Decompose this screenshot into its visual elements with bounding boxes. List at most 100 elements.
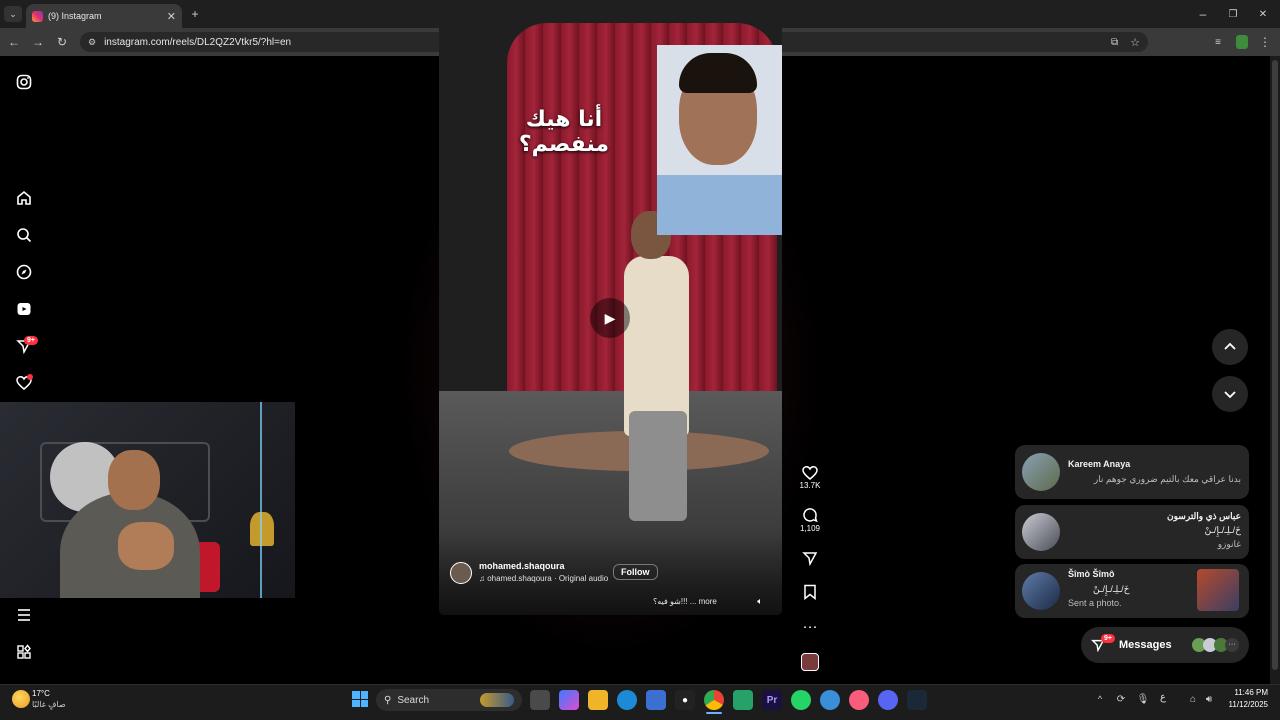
- author-username[interactable]: mohamed.shaqoura: [479, 561, 565, 571]
- reels-icon[interactable]: [12, 297, 36, 321]
- reel-bottom-gradient: [439, 531, 782, 615]
- message-notification[interactable]: عباس ذي والترسون خَ/ـلِـ/ـإِ/ـنْ غانوزو: [1015, 505, 1249, 559]
- alienware-icon[interactable]: ●: [675, 690, 695, 710]
- audio-thumbnail[interactable]: [801, 653, 819, 671]
- restore-button[interactable]: ❐: [1226, 6, 1240, 22]
- close-window-button[interactable]: ✕: [1256, 6, 1270, 22]
- forward-icon[interactable]: →: [30, 34, 46, 50]
- message-notification[interactable]: Kareem Anaya بدنا عراقي معك بالتيم ضروري…: [1015, 445, 1249, 499]
- extension-icon[interactable]: [1236, 35, 1248, 49]
- save-action[interactable]: [796, 583, 824, 601]
- message-preview: بدنا عراقي معك بالتيم ضروري جوهم نار: [1093, 474, 1241, 484]
- tray-overflow-icon[interactable]: ^: [1093, 692, 1107, 706]
- language-indicator[interactable]: ع: [1160, 692, 1166, 703]
- store-icon[interactable]: [646, 690, 666, 710]
- taskbar-search[interactable]: ⚲ Search: [376, 689, 522, 711]
- steam-icon[interactable]: [907, 690, 927, 710]
- weather-icon[interactable]: [12, 690, 30, 708]
- home-icon[interactable]: [12, 186, 36, 210]
- reel-caption-overlay: أنا هيك منفصم؟: [518, 107, 610, 157]
- premiere-icon[interactable]: Pr: [762, 690, 782, 710]
- comment-action[interactable]: 1,109: [796, 506, 824, 533]
- share-icon[interactable]: [796, 549, 824, 567]
- tab-close-icon[interactable]: ✕: [167, 10, 176, 23]
- new-tab-icon[interactable]: +: [188, 6, 202, 22]
- music-app-icon[interactable]: [849, 690, 869, 710]
- sender-name: عباس ذي والترسون: [1167, 511, 1241, 521]
- reaction-hair: [679, 53, 757, 93]
- whatsapp-icon[interactable]: [791, 690, 811, 710]
- audio-label[interactable]: ♫ ohamed.shaqoura · Original audio: [479, 574, 608, 583]
- reel-video[interactable]: أنا هيك منفصم؟ ▶ mohamed.shaqoura ♫ oham…: [439, 11, 782, 615]
- message-preview: خَ/ـلِـ/ـإِ/ـنْ: [1204, 525, 1241, 535]
- microphone-icon[interactable]: 🎙︎: [1136, 692, 1150, 706]
- weather-desc[interactable]: صافٍ غالبًا: [32, 700, 66, 709]
- also-from-meta-icon[interactable]: [12, 640, 36, 664]
- url-text: instagram.com/reels/DL2QZ2Vtkr5/?hl=en: [104, 36, 292, 48]
- task-view-icon[interactable]: [530, 690, 550, 710]
- audio-text: ohamed.shaqoura · Original audio: [487, 574, 609, 583]
- more-menu-icon[interactable]: [12, 603, 36, 627]
- windows-start-icon[interactable]: [352, 691, 368, 707]
- messages-pill-button[interactable]: 9+ Messages ···: [1081, 627, 1249, 663]
- clock-date[interactable]: 11/12/2025: [1222, 700, 1268, 709]
- messages-pill-label: Messages: [1118, 639, 1172, 651]
- scrollbar-thumb[interactable]: [1272, 60, 1278, 670]
- tab-search-icon[interactable]: ⌄: [4, 6, 22, 22]
- person-fist: [118, 522, 174, 570]
- performer-figure: [624, 256, 689, 436]
- gamebar-icon[interactable]: [733, 690, 753, 710]
- search-highlight-icon: [480, 693, 514, 707]
- browser-menu-icon[interactable]: ⋮: [1258, 34, 1272, 50]
- led-strip: [260, 402, 295, 598]
- chrome-icon[interactable]: [704, 690, 724, 710]
- tray-app-icon[interactable]: ⟳: [1114, 692, 1128, 706]
- volume-icon[interactable]: 🔊︎: [1202, 692, 1216, 706]
- copilot-icon[interactable]: [559, 690, 579, 710]
- file-explorer-icon[interactable]: [588, 690, 608, 710]
- messages-pill-badge: 9+: [1101, 633, 1115, 643]
- comment-count: 1,109: [799, 524, 821, 533]
- more-options-action[interactable]: ···: [796, 617, 824, 635]
- share-action[interactable]: [796, 549, 824, 567]
- reel-description[interactable]: شو فيه؟!!! ... more: [653, 597, 717, 606]
- follow-button[interactable]: Follow: [613, 564, 658, 580]
- author-avatar[interactable]: [450, 562, 472, 584]
- notifications-dot: [27, 374, 33, 380]
- play-button[interactable]: ▶: [590, 298, 630, 338]
- reaction-shirt: [657, 175, 782, 235]
- avatar: [1022, 513, 1060, 551]
- search-icon[interactable]: [12, 223, 36, 247]
- message-notification[interactable]: Šîmò Šîmô خَ/ـلِـ/ـإِ/ـنْ Sent a photo.: [1015, 564, 1249, 618]
- bookmark-star-icon[interactable]: ☆: [1130, 36, 1140, 49]
- edge-icon[interactable]: [617, 690, 637, 710]
- weather-temp[interactable]: 17°C: [32, 689, 50, 698]
- mute-icon[interactable]: 🔈︎: [752, 593, 768, 609]
- clock-time[interactable]: 11:46 PM: [1224, 688, 1268, 697]
- install-app-icon[interactable]: ⧉: [1111, 37, 1118, 48]
- message-preview: خَ/ـلِـ/ـإِ/ـنْ: [1093, 584, 1130, 594]
- bookmark-icon[interactable]: [796, 583, 824, 601]
- tab-title: (9) Instagram: [48, 11, 102, 21]
- reload-icon[interactable]: ↻: [54, 34, 70, 50]
- avatar: [1022, 572, 1060, 610]
- like-action[interactable]: 13.7K: [796, 463, 824, 490]
- explore-icon[interactable]: [12, 260, 36, 284]
- comment-icon[interactable]: [796, 506, 824, 524]
- search-icon: ⚲: [384, 694, 392, 706]
- previous-reel-button[interactable]: [1212, 329, 1248, 365]
- more-dots-icon[interactable]: ···: [796, 617, 824, 635]
- tab-instagram[interactable]: (9) Instagram ✕: [26, 4, 182, 28]
- messenger-app-icon[interactable]: [820, 690, 840, 710]
- heart-icon[interactable]: [796, 463, 824, 481]
- message-sub: غانوزو: [1217, 539, 1241, 549]
- network-icon[interactable]: ⌂: [1186, 692, 1200, 706]
- discord-icon[interactable]: [878, 690, 898, 710]
- next-reel-button[interactable]: [1212, 376, 1248, 412]
- messages-badge: 9+: [24, 336, 38, 345]
- minimize-button[interactable]: –: [1196, 6, 1210, 22]
- site-info-icon[interactable]: ⚙: [88, 37, 96, 48]
- media-control-icon[interactable]: ≡: [1210, 34, 1226, 50]
- instagram-logo-icon[interactable]: [12, 70, 36, 94]
- back-icon[interactable]: ←: [6, 34, 22, 50]
